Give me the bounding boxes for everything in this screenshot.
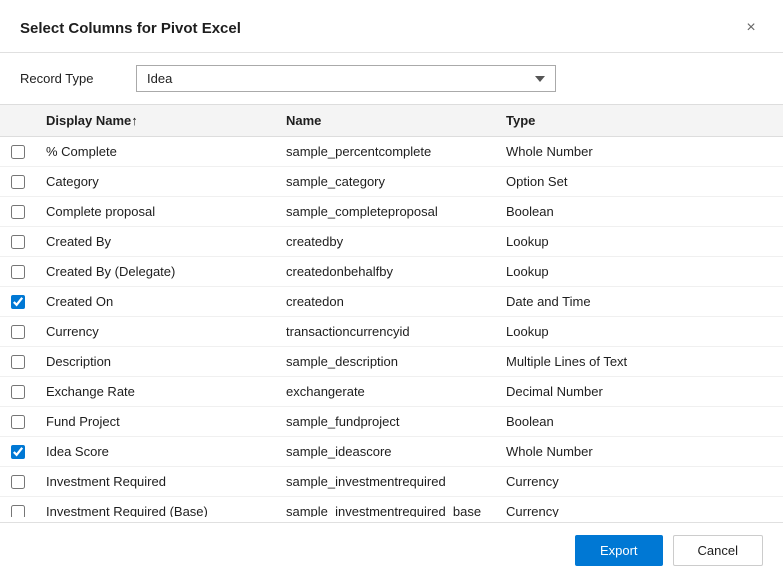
row-name: sample_description bbox=[276, 349, 496, 374]
table-container: Display Name↑ Name Type % Completesample… bbox=[0, 104, 783, 522]
table-row: Created By (Delegate)createdonbehalfbyLo… bbox=[0, 257, 783, 287]
row-display-name: Created By (Delegate) bbox=[36, 259, 276, 284]
row-type: Boolean bbox=[496, 199, 783, 224]
row-display-name: Currency bbox=[36, 319, 276, 344]
table-row: Categorysample_categoryOption Set bbox=[0, 167, 783, 197]
col-header-display-name: Display Name↑ bbox=[36, 105, 276, 136]
row-display-name: Description bbox=[36, 349, 276, 374]
row-type: Multiple Lines of Text bbox=[496, 349, 783, 374]
dialog-footer: Export Cancel bbox=[0, 522, 783, 578]
cancel-button[interactable]: Cancel bbox=[673, 535, 763, 566]
row-type: Whole Number bbox=[496, 439, 783, 464]
row-checkbox-8[interactable] bbox=[11, 385, 25, 399]
record-type-row: Record Type Idea bbox=[0, 53, 783, 104]
row-name: createdonbehalfby bbox=[276, 259, 496, 284]
table-row: Idea Scoresample_ideascoreWhole Number bbox=[0, 437, 783, 467]
row-type: Whole Number bbox=[496, 139, 783, 164]
table-row: Exchange RateexchangerateDecimal Number bbox=[0, 377, 783, 407]
col-header-name: Name bbox=[276, 105, 496, 136]
row-checkbox-4[interactable] bbox=[11, 265, 25, 279]
dialog-title: Select Columns for Pivot Excel bbox=[20, 20, 241, 37]
row-type: Boolean bbox=[496, 409, 783, 434]
row-type: Currency bbox=[496, 469, 783, 494]
row-name: sample_ideascore bbox=[276, 439, 496, 464]
row-display-name: Category bbox=[36, 169, 276, 194]
row-name: sample_investmentrequired_base bbox=[276, 499, 496, 517]
row-checkbox-7[interactable] bbox=[11, 355, 25, 369]
table-row: CurrencytransactioncurrencyidLookup bbox=[0, 317, 783, 347]
row-name: sample_investmentrequired bbox=[276, 469, 496, 494]
row-display-name: Investment Required bbox=[36, 469, 276, 494]
table-scroll[interactable]: % Completesample_percentcompleteWhole Nu… bbox=[0, 137, 783, 517]
table-row: Created OncreatedonDate and Time bbox=[0, 287, 783, 317]
row-checkbox-2[interactable] bbox=[11, 205, 25, 219]
export-button[interactable]: Export bbox=[575, 535, 663, 566]
row-display-name: % Complete bbox=[36, 139, 276, 164]
row-checkbox-6[interactable] bbox=[11, 325, 25, 339]
row-name: createdon bbox=[276, 289, 496, 314]
col-header-checkbox bbox=[0, 105, 36, 136]
table-row: Fund Projectsample_fundprojectBoolean bbox=[0, 407, 783, 437]
record-type-select[interactable]: Idea bbox=[136, 65, 556, 92]
dialog-header: Select Columns for Pivot Excel × bbox=[0, 0, 783, 53]
row-checkbox-9[interactable] bbox=[11, 415, 25, 429]
row-type: Lookup bbox=[496, 259, 783, 284]
row-checkbox-11[interactable] bbox=[11, 475, 25, 489]
table-row: % Completesample_percentcompleteWhole Nu… bbox=[0, 137, 783, 167]
table-row: Created BycreatedbyLookup bbox=[0, 227, 783, 257]
row-checkbox-1[interactable] bbox=[11, 175, 25, 189]
row-display-name: Exchange Rate bbox=[36, 379, 276, 404]
row-checkbox-0[interactable] bbox=[11, 145, 25, 159]
row-checkbox-5[interactable] bbox=[11, 295, 25, 309]
table-row: Descriptionsample_descriptionMultiple Li… bbox=[0, 347, 783, 377]
row-name: createdby bbox=[276, 229, 496, 254]
table-row: Complete proposalsample_completeproposal… bbox=[0, 197, 783, 227]
row-name: sample_fundproject bbox=[276, 409, 496, 434]
row-name: transactioncurrencyid bbox=[276, 319, 496, 344]
row-type: Lookup bbox=[496, 319, 783, 344]
row-display-name: Created On bbox=[36, 289, 276, 314]
row-display-name: Complete proposal bbox=[36, 199, 276, 224]
row-checkbox-10[interactable] bbox=[11, 445, 25, 459]
col-header-type: Type bbox=[496, 105, 783, 136]
dialog: Select Columns for Pivot Excel × Record … bbox=[0, 0, 783, 578]
row-type: Lookup bbox=[496, 229, 783, 254]
table-row: Investment Requiredsample_investmentrequ… bbox=[0, 467, 783, 497]
row-checkbox-12[interactable] bbox=[11, 505, 25, 518]
row-name: sample_percentcomplete bbox=[276, 139, 496, 164]
row-name: exchangerate bbox=[276, 379, 496, 404]
row-display-name: Fund Project bbox=[36, 409, 276, 434]
table-header: Display Name↑ Name Type bbox=[0, 105, 783, 137]
row-type: Currency bbox=[496, 499, 783, 517]
row-name: sample_completeproposal bbox=[276, 199, 496, 224]
row-type: Option Set bbox=[496, 169, 783, 194]
row-checkbox-3[interactable] bbox=[11, 235, 25, 249]
row-display-name: Created By bbox=[36, 229, 276, 254]
record-type-label: Record Type bbox=[20, 71, 120, 86]
row-display-name: Investment Required (Base) bbox=[36, 499, 276, 517]
row-type: Decimal Number bbox=[496, 379, 783, 404]
row-display-name: Idea Score bbox=[36, 439, 276, 464]
close-button[interactable]: × bbox=[739, 16, 763, 40]
row-name: sample_category bbox=[276, 169, 496, 194]
table-row: Investment Required (Base)sample_investm… bbox=[0, 497, 783, 517]
row-type: Date and Time bbox=[496, 289, 783, 314]
